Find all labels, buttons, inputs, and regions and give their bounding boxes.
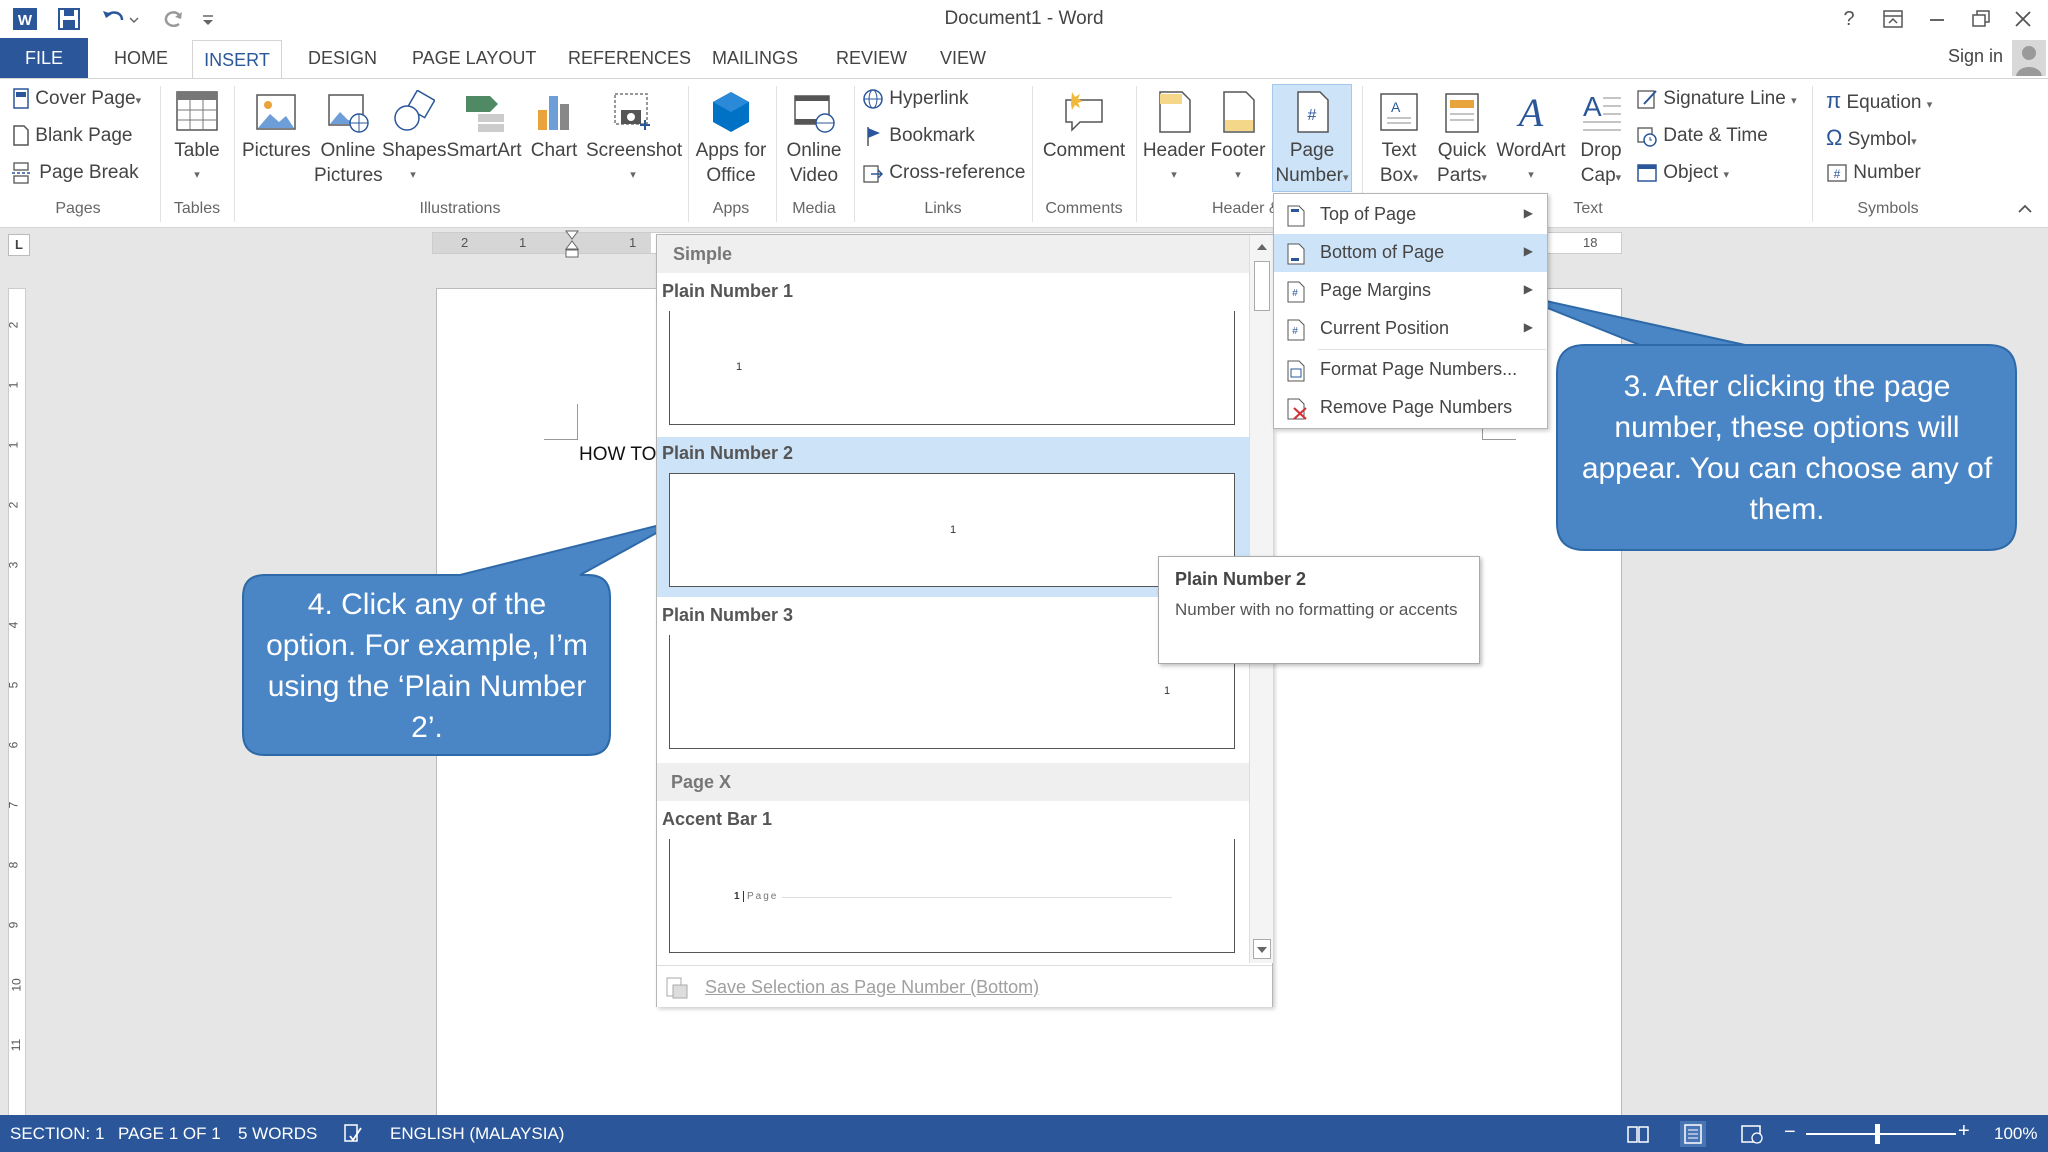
gallery-item-title: Accent Bar 1 (662, 809, 773, 829)
web-layout-icon[interactable] (1740, 1123, 1764, 1145)
preview-page-number: 1 (950, 524, 957, 536)
menu-item-label: Format Page Numbers... (1320, 359, 1518, 379)
scroll-down-icon[interactable] (1253, 939, 1271, 959)
menu-item-label: Current Position (1320, 318, 1450, 338)
gallery-item-preview: 1 (669, 635, 1235, 749)
status-words[interactable]: 5 WORDS (238, 1124, 317, 1144)
gallery-item-preview: 1 Page (669, 839, 1235, 953)
tooltip-title: Plain Number 2 (1175, 569, 1307, 589)
status-language[interactable]: ENGLISH (MALAYSIA) (390, 1124, 564, 1144)
preview-page-number: 1 (1164, 685, 1171, 697)
zoom-in-button[interactable]: + (1958, 1120, 1970, 1143)
gallery-item-title: Plain Number 2 (662, 443, 794, 463)
proofing-icon[interactable] (342, 1123, 364, 1145)
remove-page-numbers-icon (1286, 398, 1307, 420)
save-selection-button[interactable]: Save Selection as Page Number (Bottom) (705, 977, 1039, 998)
menu-item-remove-page-numbers[interactable]: Remove Page Numbers (1274, 389, 1547, 427)
menu-item-bottom-of-page[interactable]: Bottom of Page ▶ (1274, 234, 1547, 272)
menu-item-top-of-page[interactable]: Top of Page ▶ (1274, 196, 1547, 234)
current-position-icon: # (1286, 319, 1306, 341)
preview-page-number: 1 (734, 891, 740, 902)
preview-page-text: Page (747, 891, 779, 902)
gallery-footer: Save Selection as Page Number (Bottom) (657, 965, 1272, 1007)
tooltip-description: Number with no formatting or accents (1175, 600, 1458, 619)
bottom-of-page-icon (1286, 243, 1306, 265)
menu-item-format-page-numbers[interactable]: Format Page Numbers... (1274, 351, 1547, 389)
format-page-numbers-icon (1286, 360, 1306, 382)
zoom-slider-track[interactable] (1806, 1133, 1956, 1135)
read-mode-icon[interactable] (1626, 1123, 1650, 1145)
svg-text:#: # (1292, 288, 1298, 299)
scroll-thumb[interactable] (1254, 261, 1270, 311)
submenu-arrow-icon: ▶ (1523, 282, 1533, 296)
svg-text:#: # (1292, 326, 1298, 337)
top-of-page-icon (1286, 205, 1306, 227)
zoom-out-button[interactable]: − (1784, 1121, 1796, 1144)
gallery-item-preview: 1 (669, 311, 1235, 425)
menu-item-label: Remove Page Numbers (1320, 397, 1513, 417)
preview-rule (782, 897, 1172, 898)
scroll-up-icon[interactable] (1253, 237, 1271, 257)
print-layout-icon[interactable] (1680, 1121, 1706, 1147)
tooltip: Plain Number 2 Number with no formatting… (1158, 556, 1480, 664)
page-margins-icon: # (1286, 281, 1306, 303)
menu-separator (1318, 349, 1546, 350)
submenu-arrow-icon: ▶ (1523, 206, 1533, 220)
page-number-menu: Top of Page ▶ Bottom of Page ▶ # Page Marg… (1273, 193, 1548, 429)
menu-item-current-position[interactable]: # Current Position ▶ (1274, 310, 1547, 348)
gallery-item-plain-number-1[interactable]: Plain Number 1 1 (657, 275, 1249, 435)
accent-bar (743, 891, 744, 902)
gallery-section-page-x: Page X (657, 763, 1249, 801)
zoom-level[interactable]: 100% (1994, 1124, 2037, 1144)
submenu-arrow-icon: ▶ (1523, 244, 1533, 258)
zoom-slider-thumb[interactable] (1875, 1124, 1880, 1144)
gallery-section-simple: Simple (657, 235, 1249, 273)
status-bar: SECTION: 1 PAGE 1 OF 1 5 WORDS ENGLISH (… (0, 1115, 2048, 1152)
callout-step-4: 4. Click any of the option. For example,… (266, 588, 588, 744)
submenu-arrow-icon: ▶ (1523, 320, 1533, 334)
callout-step-3: 3. After clicking the page number, these… (1581, 370, 1993, 526)
status-section[interactable]: SECTION: 1 (10, 1124, 104, 1144)
preview-page-number: 1 (736, 361, 743, 373)
gallery-item-preview: 1 (669, 473, 1235, 587)
menu-item-label: Bottom of Page (1320, 242, 1445, 262)
save-selection-icon (665, 976, 689, 1000)
menu-item-page-margins[interactable]: # Page Margins ▶ (1274, 272, 1547, 310)
menu-item-label: Page Margins (1320, 280, 1432, 300)
gallery-item-accent-bar-1[interactable]: Accent Bar 1 1 Page (657, 803, 1249, 963)
gallery-item-title: Plain Number 1 (662, 281, 794, 301)
status-page[interactable]: PAGE 1 OF 1 (118, 1124, 221, 1144)
menu-item-label: Top of Page (1320, 204, 1417, 224)
